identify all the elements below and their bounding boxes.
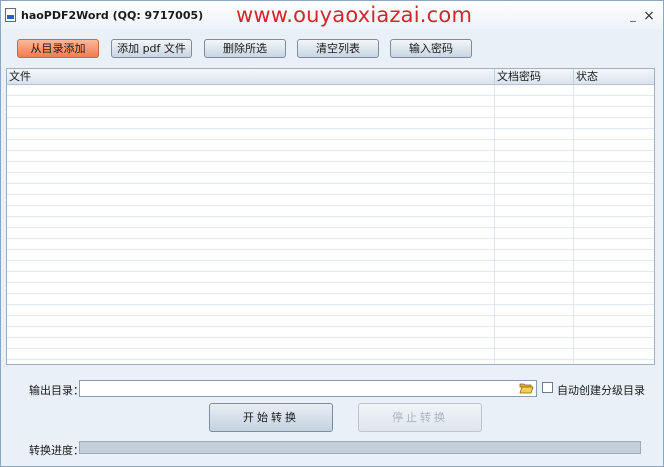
minimize-button[interactable]: _ [627,10,639,22]
add-from-directory-button[interactable]: 从目录添加 [17,39,99,58]
pdf-app-icon [5,8,16,22]
output-directory-input[interactable] [79,380,537,397]
window-title: haoPDF2Word (QQ: 9717005) [21,9,204,22]
title-bar[interactable]: haoPDF2Word (QQ: 9717005) www.ouyaoxiaza… [1,1,663,29]
conversion-progress-bar [79,441,641,454]
auto-create-subdirs-label[interactable]: 自动创建分级目录 [557,382,645,398]
stop-convert-button[interactable]: 停止转换 [358,403,482,432]
watermark-text: www.ouyaoxiazai.com [236,3,473,27]
auto-create-subdirs-checkbox[interactable] [542,382,553,393]
column-divider [573,85,574,364]
column-header-file[interactable]: 文件 [7,69,495,84]
column-header-status[interactable]: 状态 [574,69,654,84]
close-button[interactable]: × [643,9,655,23]
table-header: 文件 文档密码 状态 [7,69,654,85]
app-window: haoPDF2Word (QQ: 9717005) www.ouyaoxiaza… [0,0,664,467]
progress-label: 转换进度： [29,444,84,457]
folder-open-icon[interactable] [519,381,534,395]
delete-selected-button[interactable]: 删除所选 [204,39,286,58]
column-header-password[interactable]: 文档密码 [495,69,574,84]
column-divider [494,85,495,364]
clear-list-button[interactable]: 清空列表 [297,39,379,58]
add-pdf-file-button[interactable]: 添加 pdf 文件 [111,39,192,58]
file-table[interactable]: 文件 文档密码 状态 [6,68,655,365]
table-body[interactable] [7,85,654,364]
start-convert-button[interactable]: 开始转换 [209,403,333,432]
output-directory-label: 输出目录： [29,384,84,397]
enter-password-button[interactable]: 输入密码 [390,39,472,58]
